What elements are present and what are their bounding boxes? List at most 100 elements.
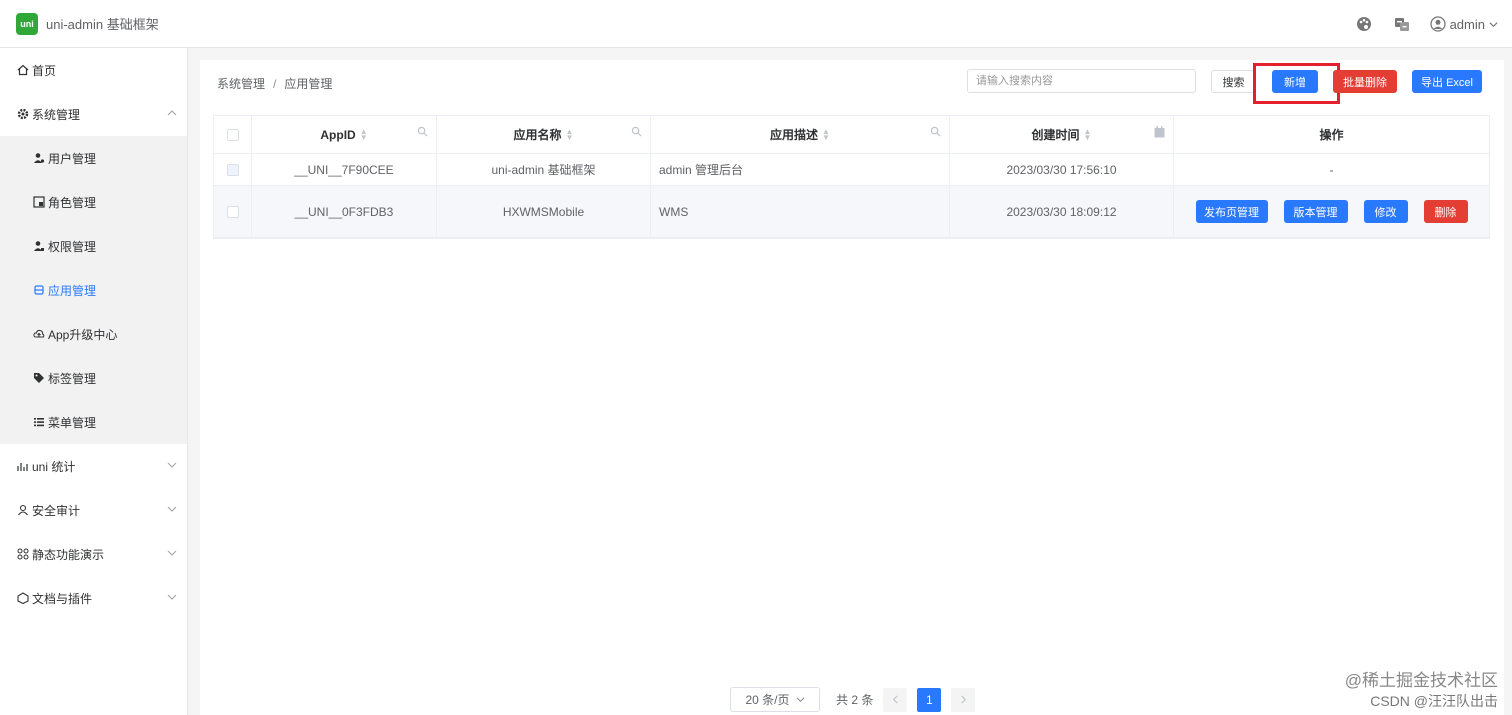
export-excel-button[interactable]: 导出 Excel <box>1412 70 1482 93</box>
user-name: admin <box>1449 16 1485 32</box>
user-audit-icon <box>16 504 30 516</box>
user-icon <box>32 152 46 164</box>
watermark-line-2: CSDN @汪汪队出击 <box>1370 693 1498 709</box>
sidebar-item-label: 用户管理 <box>48 151 97 166</box>
table-header-row: AppID ▲ ▼ 应用名称 ▲ ▼ 应用描述 ▲ ▼ 创建时间 ▲ ▼ 操作 <box>214 116 1489 154</box>
sidebar-item-static-demo[interactable]: 静态功能演示 <box>0 532 187 576</box>
sidebar-item-app-upgrade[interactable]: App升级中心 <box>0 312 187 356</box>
batch-delete-button[interactable]: 批量删除 <box>1333 70 1397 93</box>
cell-appid: __UNI__7F90CEE <box>252 154 437 185</box>
search-input[interactable] <box>967 69 1196 93</box>
chevron-left-icon <box>892 695 898 704</box>
watermark: @稀土掘金技术社区 CSDN @汪汪队出击 <box>1345 671 1498 711</box>
list-icon <box>32 416 46 428</box>
grid-icon <box>16 548 30 560</box>
table-row[interactable]: __UNI__7F90CEE uni-admin 基础框架 admin 管理后台… <box>214 154 1489 186</box>
sidebar-item-docs[interactable]: 文档与插件 <box>0 576 187 620</box>
sidebar-item-permissions[interactable]: 权限管理 <box>0 224 187 268</box>
page-number-current[interactable]: 1 <box>917 687 942 712</box>
main-content: 系统管理/应用管理 搜索 新增 批量删除 导出 Excel AppID ▲▼ 应… <box>200 60 1504 715</box>
cell-appid: __UNI__0F3FDB3 <box>252 186 437 237</box>
chevron-down-icon <box>167 550 177 556</box>
home-icon <box>16 64 30 76</box>
app-logo[interactable]: uni <box>16 12 38 35</box>
cell-actions-empty: - <box>1329 162 1334 177</box>
table-row[interactable]: __UNI__0F3FDB3 HXWMSMobile WMS 2023/03/3… <box>214 186 1489 238</box>
publish-page-button[interactable]: 发布页管理 <box>1195 200 1268 223</box>
header-create-time[interactable]: 创建时间 ▲ ▼ <box>950 116 1174 153</box>
sidebar-item-label: 文档与插件 <box>32 591 93 606</box>
theme-palette-icon[interactable] <box>1354 14 1374 34</box>
column-title: 创建时间 <box>1031 128 1080 142</box>
sidebar-item-users[interactable]: 用户管理 <box>0 136 187 180</box>
page-size-select[interactable]: 20 条/页 <box>730 687 820 712</box>
chevron-right-icon <box>961 695 966 704</box>
cell-create-time: 2023/03/30 17:56:10 <box>950 154 1174 185</box>
cell-create-time: 2023/03/30 18:09:12 <box>950 186 1174 237</box>
top-right-tools: admin <box>1354 0 1498 48</box>
sidebar-item-security[interactable]: 安全审计 <box>0 488 187 532</box>
user-menu[interactable]: admin <box>1429 16 1498 32</box>
column-title: 应用描述 <box>770 128 819 142</box>
sidebar-item-label: 菜单管理 <box>48 415 97 430</box>
search-filter-icon[interactable] <box>417 126 428 137</box>
sidebar-item-tags[interactable]: 标签管理 <box>0 356 187 400</box>
header-appid[interactable]: AppID ▲ ▼ <box>252 116 437 153</box>
version-manage-button[interactable]: 版本管理 <box>1283 200 1348 223</box>
sidebar-item-home[interactable]: 首页 <box>0 48 187 92</box>
sort-icon[interactable]: ▲ ▼ <box>566 127 574 141</box>
chevron-down-icon <box>1489 21 1498 27</box>
apps-table: AppID ▲▼ 应用名称 ▲▼ 应用描述 ▲▼ 创建时间 ▲▼ 操作 <box>213 115 1490 239</box>
next-page-button[interactable] <box>951 687 976 712</box>
sidebar-item-label: 静态功能演示 <box>32 547 105 562</box>
page-size-value: 20 条/页 <box>745 693 790 707</box>
column-title: AppID <box>320 127 356 142</box>
system-submenu: 用户管理 角色管理 权限管理 应用管理 App升级中心 标签管理 菜单管理 <box>0 136 187 444</box>
column-title: 应用名称 <box>513 128 562 142</box>
sort-icon[interactable]: ▲ ▼ <box>1084 127 1092 141</box>
delete-button[interactable]: 删除 <box>1423 200 1468 223</box>
select-all-checkbox[interactable] <box>226 128 239 141</box>
pagination: 20 条/页 共 2 条 1 <box>730 687 976 712</box>
header-app-desc[interactable]: 应用描述 ▲ ▼ <box>651 116 950 153</box>
sidebar-item-apps[interactable]: 应用管理 <box>0 268 187 312</box>
row-select-cell <box>214 154 252 185</box>
sidebar-item-label: App升级中心 <box>48 327 118 342</box>
sidebar-item-label: 首页 <box>32 63 57 78</box>
cell-app-desc: admin 管理后台 <box>651 154 950 185</box>
row-checkbox-disabled <box>226 163 239 176</box>
sort-icon[interactable]: ▲ ▼ <box>822 127 830 141</box>
sort-icon[interactable]: ▲ ▼ <box>360 127 368 141</box>
highlight-box <box>1253 63 1340 104</box>
app-icon <box>32 284 46 296</box>
sidebar-item-roles[interactable]: 角色管理 <box>0 180 187 224</box>
cloud-upload-icon <box>32 328 46 340</box>
search-button[interactable]: 搜索 <box>1211 70 1256 93</box>
cell-app-name: uni-admin 基础框架 <box>437 154 651 185</box>
key-user-icon <box>32 240 46 252</box>
cell-actions: 发布页管理 版本管理 修改 删除 <box>1174 186 1489 237</box>
sidebar-item-label: 角色管理 <box>48 195 97 210</box>
sidebar-item-menus[interactable]: 菜单管理 <box>0 400 187 444</box>
watermark-line-1: @稀土掘金技术社区 <box>1344 671 1498 690</box>
header-app-name[interactable]: 应用名称 ▲ ▼ <box>437 116 651 153</box>
language-icon[interactable] <box>1392 14 1412 34</box>
sidebar-item-label: 系统管理 <box>32 107 81 122</box>
sidebar-item-system[interactable]: 系统管理 <box>0 92 187 136</box>
breadcrumb-parent[interactable]: 系统管理 <box>217 77 265 91</box>
chevron-down-icon <box>167 506 177 512</box>
sidebar-item-uni-stat[interactable]: uni 统计 <box>0 444 187 488</box>
cell-app-name: HXWMSMobile <box>437 186 651 237</box>
search-filter-icon[interactable] <box>930 126 941 137</box>
row-checkbox[interactable] <box>226 205 239 218</box>
edit-button[interactable]: 修改 <box>1363 200 1408 223</box>
chevron-down-icon <box>167 594 177 600</box>
header-select-cell <box>214 116 252 153</box>
prev-page-button[interactable] <box>883 687 908 712</box>
chevron-down-icon <box>167 462 177 468</box>
cell-app-desc: WMS <box>651 186 950 237</box>
total-count: 共 2 条 <box>836 693 874 707</box>
calendar-filter-icon[interactable] <box>1154 126 1165 138</box>
user-avatar-icon <box>1429 16 1446 32</box>
search-filter-icon[interactable] <box>631 126 642 137</box>
